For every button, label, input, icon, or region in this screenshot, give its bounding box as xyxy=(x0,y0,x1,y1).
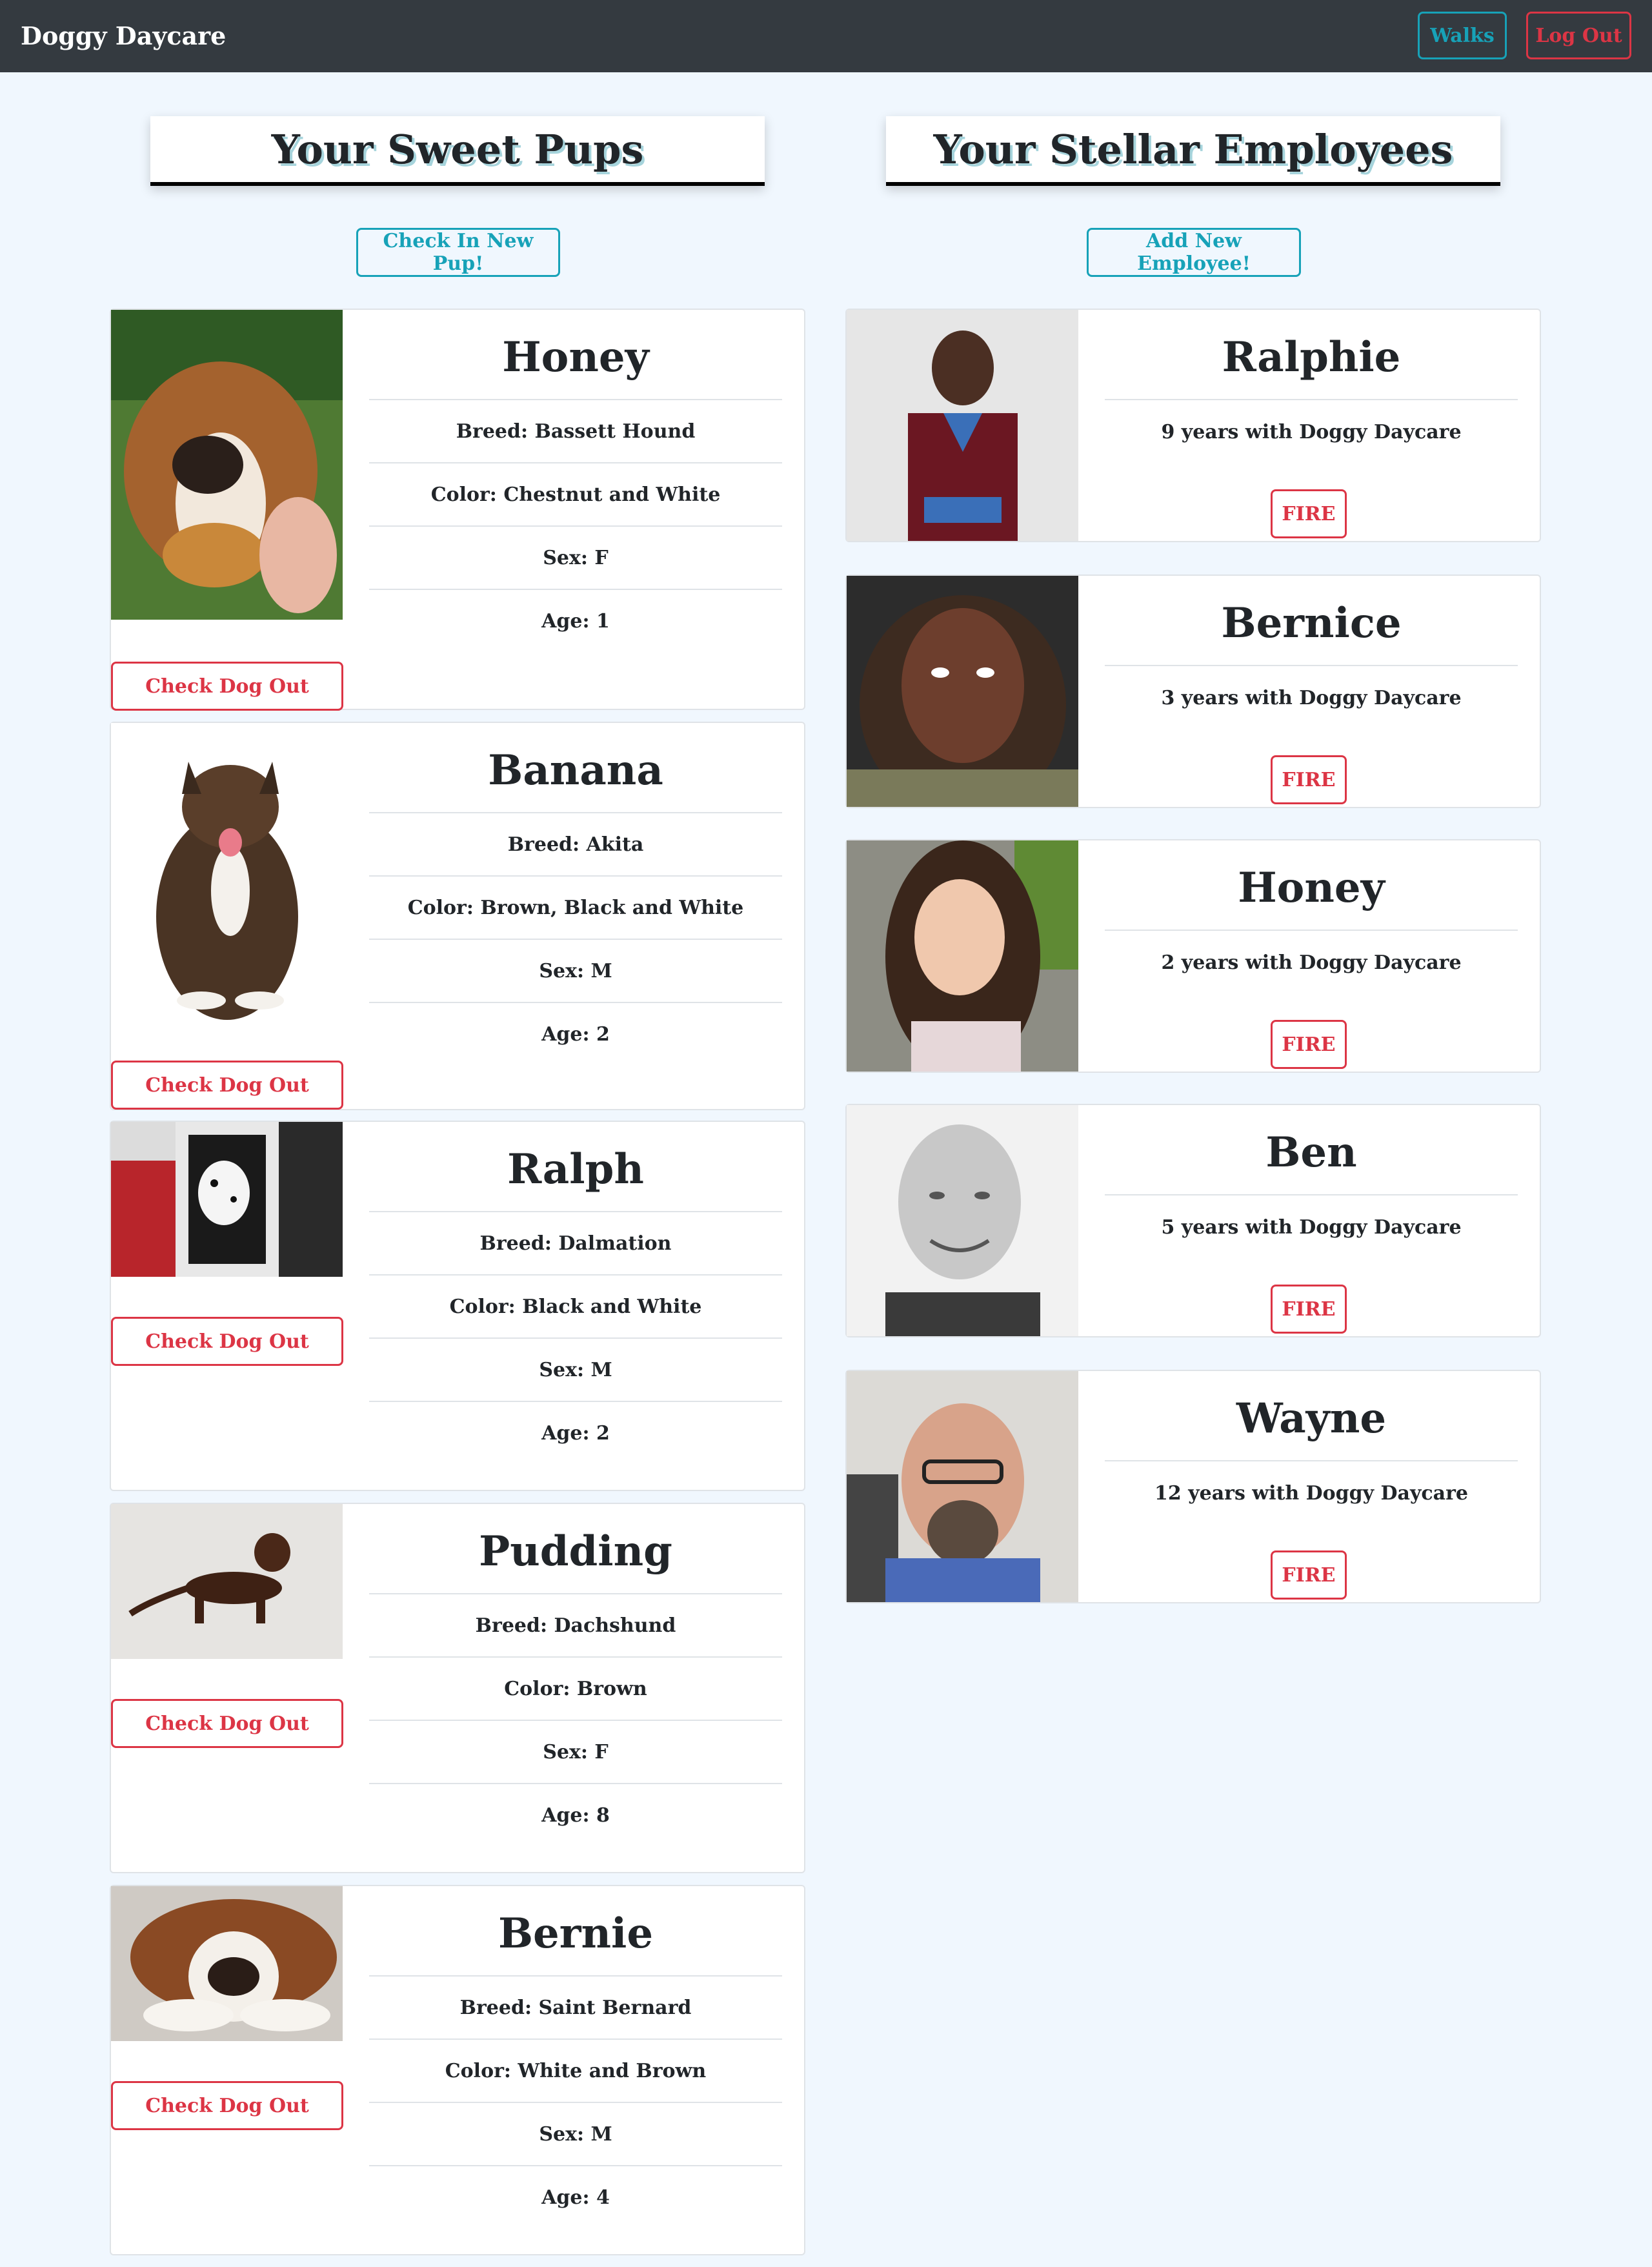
dog-sex: Sex: F xyxy=(369,1721,782,1784)
dog-info: Ralph Breed: Dalmation Color: Black and … xyxy=(369,1122,782,1465)
dog-name: Ralph xyxy=(369,1122,782,1212)
employee-card: Ben 5 years with Doggy Daycare FIRE xyxy=(845,1104,1541,1337)
dog-age: Age: 4 xyxy=(541,2186,610,2209)
employee-name: Ben xyxy=(1105,1105,1518,1195)
employee-card: Bernice 3 years with Doggy Daycare FIRE xyxy=(845,574,1541,808)
check-dog-out-button[interactable]: Check Dog Out xyxy=(111,1317,343,1366)
dog-breed: Breed: Dalmation xyxy=(369,1212,782,1276)
employee-name: Wayne xyxy=(1105,1371,1518,1461)
logout-button[interactable]: Log Out xyxy=(1526,12,1631,59)
dogs-section-title: Your Sweet Pups xyxy=(150,116,765,186)
check-dog-out-button[interactable]: Check Dog Out xyxy=(111,1699,343,1748)
employee-tenure: 9 years with Doggy Daycare xyxy=(1161,421,1462,443)
check-in-pup-button[interactable]: Check In New Pup! xyxy=(356,228,560,277)
fire-button[interactable]: FIRE xyxy=(1271,1550,1347,1600)
employee-card: Honey 2 years with Doggy Daycare FIRE xyxy=(845,839,1541,1073)
dog-age: Age: 2 xyxy=(541,1023,610,1046)
employee-photo xyxy=(847,1371,1078,1602)
dog-name: Pudding xyxy=(369,1504,782,1594)
employee-info: Honey 2 years with Doggy Daycare xyxy=(1105,840,1518,995)
dog-info: Bernie Breed: Saint Bernard Color: White… xyxy=(369,1886,782,2230)
employee-info: Wayne 12 years with Doggy Daycare xyxy=(1105,1371,1518,1526)
employees-section-title: Your Stellar Employees xyxy=(886,116,1500,186)
dog-card: Check Dog Out Bernie Breed: Saint Bernar… xyxy=(110,1885,805,2255)
employee-photo xyxy=(847,310,1078,541)
dog-photo xyxy=(111,1504,343,1659)
dog-color: Color: Chestnut and White xyxy=(369,463,782,527)
dog-card: Check Dog Out Pudding Breed: Dachshund C… xyxy=(110,1503,805,1873)
dog-name: Honey xyxy=(369,310,782,400)
fire-button[interactable]: FIRE xyxy=(1271,755,1347,804)
dog-name: Banana xyxy=(369,723,782,813)
navbar: Doggy Daycare Walks Log Out xyxy=(0,0,1652,72)
employee-info: Ben 5 years with Doggy Daycare xyxy=(1105,1105,1518,1260)
dog-name: Bernie xyxy=(369,1886,782,1977)
dog-card: Check Dog Out Banana Breed: Akita Color:… xyxy=(110,722,805,1110)
add-employee-button[interactable]: Add New Employee! xyxy=(1087,228,1301,277)
employee-info: Bernice 3 years with Doggy Daycare xyxy=(1105,576,1518,731)
check-dog-out-button[interactable]: Check Dog Out xyxy=(111,2081,343,2130)
employee-name: Ralphie xyxy=(1105,310,1518,400)
dog-sex: Sex: M xyxy=(369,1339,782,1402)
fire-button[interactable]: FIRE xyxy=(1271,1285,1347,1334)
dog-photo xyxy=(111,723,343,1033)
dog-card: Check Dog Out Ralph Breed: Dalmation Col… xyxy=(110,1121,805,1491)
employee-tenure: 5 years with Doggy Daycare xyxy=(1161,1216,1462,1239)
dog-info: Honey Breed: Bassett Hound Color: Chestn… xyxy=(369,310,782,653)
employee-name: Bernice xyxy=(1105,576,1518,666)
employee-tenure: 12 years with Doggy Daycare xyxy=(1154,1482,1468,1505)
dog-breed: Breed: Saint Bernard xyxy=(369,1977,782,2040)
dog-color: Color: Black and White xyxy=(369,1276,782,1339)
dog-breed: Breed: Dachshund xyxy=(369,1594,782,1658)
fire-button[interactable]: FIRE xyxy=(1271,1020,1347,1069)
dog-sex: Sex: M xyxy=(369,2103,782,2166)
dog-age: Age: 2 xyxy=(541,1422,610,1445)
dog-color: Color: Brown xyxy=(369,1658,782,1721)
dog-age: Age: 1 xyxy=(541,610,610,633)
employee-card: Wayne 12 years with Doggy Daycare FIRE xyxy=(845,1370,1541,1603)
brand-logo[interactable]: Doggy Daycare xyxy=(21,0,226,72)
employee-photo xyxy=(847,840,1078,1072)
dog-info: Banana Breed: Akita Color: Brown, Black … xyxy=(369,723,782,1066)
dog-breed: Breed: Bassett Hound xyxy=(369,400,782,463)
dog-photo xyxy=(111,310,343,620)
dog-photo xyxy=(111,1886,343,2041)
employee-info: Ralphie 9 years with Doggy Daycare xyxy=(1105,310,1518,465)
dog-sex: Sex: M xyxy=(369,940,782,1003)
employee-name: Honey xyxy=(1105,840,1518,931)
dog-breed: Breed: Akita xyxy=(369,813,782,877)
dog-sex: Sex: F xyxy=(369,527,782,590)
dog-card: Check Dog Out Honey Breed: Bassett Hound… xyxy=(110,309,805,711)
walks-button[interactable]: Walks xyxy=(1418,12,1507,59)
dog-age: Age: 8 xyxy=(541,1804,610,1827)
employee-tenure: 3 years with Doggy Daycare xyxy=(1161,687,1462,709)
employee-card: Ralphie 9 years with Doggy Daycare FIRE xyxy=(845,309,1541,542)
dog-photo xyxy=(111,1122,343,1277)
check-dog-out-button[interactable]: Check Dog Out xyxy=(111,1061,343,1110)
fire-button[interactable]: FIRE xyxy=(1271,489,1347,538)
dog-info: Pudding Breed: Dachshund Color: Brown Se… xyxy=(369,1504,782,1847)
check-dog-out-button[interactable]: Check Dog Out xyxy=(111,662,343,711)
dog-color: Color: Brown, Black and White xyxy=(369,877,782,940)
employee-photo xyxy=(847,1105,1078,1336)
employee-tenure: 2 years with Doggy Daycare xyxy=(1161,951,1462,974)
dog-color: Color: White and Brown xyxy=(369,2040,782,2103)
employee-photo xyxy=(847,576,1078,807)
